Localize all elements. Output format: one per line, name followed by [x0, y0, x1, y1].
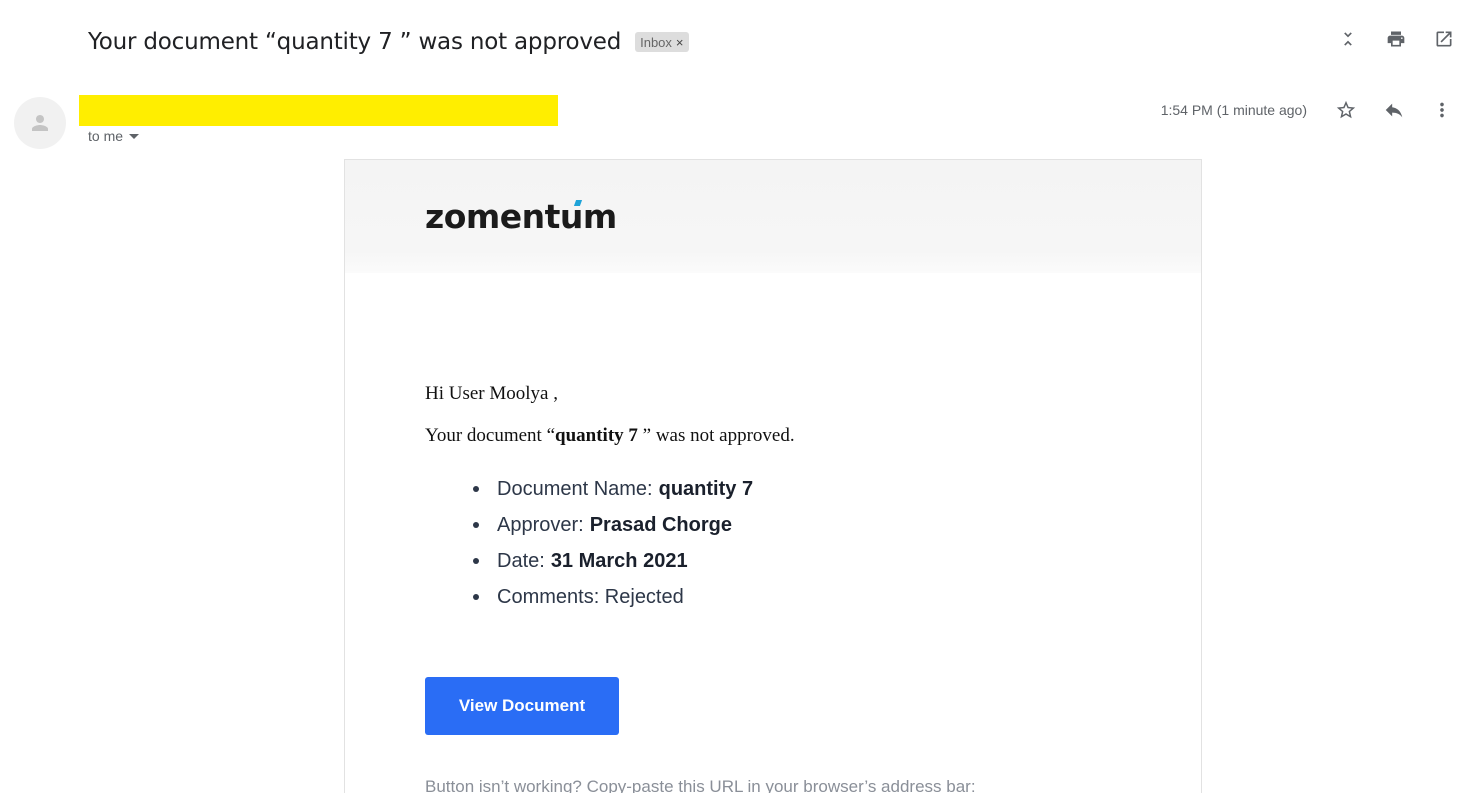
detail-label: Date: — [497, 549, 545, 572]
detail-value: Prasad Chorge — [589, 513, 732, 536]
star-icon[interactable] — [1335, 99, 1357, 121]
bullet-icon — [473, 522, 479, 528]
chevron-down-icon — [129, 133, 140, 139]
bullet-icon — [473, 594, 479, 600]
bullet-icon — [473, 558, 479, 564]
detail-date: Date: 31 March 2021 — [473, 543, 1121, 579]
person-icon — [32, 115, 48, 131]
detail-label: Document Name: — [497, 477, 653, 500]
print-icon[interactable] — [1385, 28, 1407, 50]
more-vert-icon[interactable] — [1431, 99, 1453, 121]
fallback-url-hint: Button isn’t working? Copy-paste this UR… — [425, 777, 976, 793]
greeting-text: Hi User Moolya , — [425, 383, 558, 404]
message-meta: 1:54 PM (1 minute ago) — [1161, 96, 1453, 124]
brand-name: zomentum — [425, 197, 617, 236]
email-subject-bar: Your document “quantity 7 ” was not appr… — [88, 24, 689, 60]
detail-comments: Comments: Rejected — [473, 579, 1121, 615]
email-brand-header: zomentum — [345, 160, 1201, 273]
detail-label: Comments: Rejected — [497, 585, 684, 608]
zomentum-logo: zomentum — [425, 197, 617, 236]
intro-suffix: ” was not approved. — [642, 425, 795, 446]
email-subject: Your document “quantity 7 ” was not appr… — [88, 29, 622, 55]
remove-label-icon[interactable]: × — [676, 35, 684, 50]
open-in-new-window-icon[interactable] — [1433, 28, 1455, 50]
intro-document-name: quantity 7 — [555, 425, 643, 446]
detail-approver: Approver: Prasad Chorge — [473, 507, 1121, 543]
intro-prefix: Your document “ — [425, 425, 556, 446]
view-document-button[interactable]: View Document — [425, 677, 619, 735]
recipient-details-toggle[interactable]: to me — [88, 128, 140, 144]
sender-avatar[interactable] — [14, 97, 66, 149]
intro-text: Your document “quantity 7 ” was not appr… — [425, 425, 1121, 447]
document-details-list: Document Name: quantity 7 Approver: Prasad… — [425, 471, 1121, 615]
detail-document-name: Document Name: quantity 7 — [473, 471, 1121, 507]
inbox-label-text: Inbox — [640, 34, 672, 50]
detail-value: 31 March 2021 — [550, 549, 688, 572]
detail-value: quantity 7 — [658, 477, 754, 500]
email-body-card: zomentum Hi User Moolya , Your document … — [344, 159, 1202, 793]
bullet-icon — [473, 486, 479, 492]
sender-name-redacted — [79, 95, 558, 126]
email-content: Hi User Moolya , Your document “quantity… — [345, 273, 1201, 793]
collapse-icon[interactable] — [1337, 28, 1359, 50]
detail-label: Approver: — [497, 513, 584, 536]
message-timestamp: 1:54 PM (1 minute ago) — [1160, 102, 1307, 118]
reply-icon[interactable] — [1383, 99, 1405, 121]
inbox-label-chip[interactable]: Inbox × — [635, 32, 689, 52]
thread-actions — [1337, 28, 1455, 50]
recipient-label: to me — [88, 128, 124, 144]
